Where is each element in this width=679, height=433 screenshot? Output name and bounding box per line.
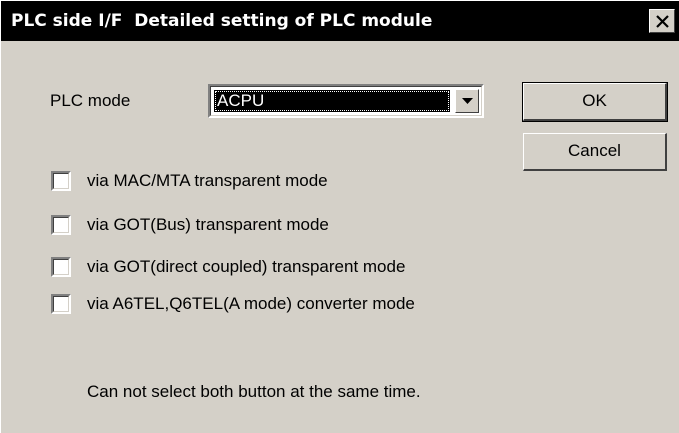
dialog-title: PLC side I/F Detailed setting of PLC mod… bbox=[11, 11, 433, 31]
close-icon bbox=[656, 15, 669, 28]
checkbox-mac-mta[interactable] bbox=[51, 171, 71, 191]
checkbox-got-bus[interactable] bbox=[51, 215, 71, 235]
checkbox-got-direct[interactable] bbox=[51, 257, 71, 277]
exclusive-selection-note: Can not select both button at the same t… bbox=[87, 382, 421, 401]
checkbox-label[interactable]: via GOT(Bus) transparent mode bbox=[87, 215, 329, 235]
plc-mode-label: PLC mode bbox=[50, 91, 131, 110]
chevron-down-icon bbox=[462, 98, 473, 104]
ok-button[interactable]: OK bbox=[522, 82, 668, 122]
cancel-button[interactable]: Cancel bbox=[523, 133, 667, 171]
plc-mode-selected-value[interactable]: ACPU bbox=[214, 90, 450, 112]
checkbox-label[interactable]: via GOT(direct coupled) transparent mode bbox=[87, 257, 405, 277]
checkbox-label[interactable]: via MAC/MTA transparent mode bbox=[87, 171, 328, 191]
dropdown-arrow-button[interactable] bbox=[455, 89, 479, 113]
close-button[interactable] bbox=[649, 9, 675, 33]
checkbox-a6tel-q6tel[interactable] bbox=[51, 294, 71, 314]
dialog-window: PLC side I/F Detailed setting of PLC mod… bbox=[0, 0, 679, 433]
title-bar[interactable]: PLC side I/F Detailed setting of PLC mod… bbox=[1, 1, 679, 41]
plc-mode-dropdown-frame: ACPU bbox=[210, 86, 482, 116]
plc-mode-dropdown[interactable]: ACPU bbox=[208, 84, 484, 118]
checkbox-label[interactable]: via A6TEL,Q6TEL(A mode) converter mode bbox=[87, 294, 415, 314]
